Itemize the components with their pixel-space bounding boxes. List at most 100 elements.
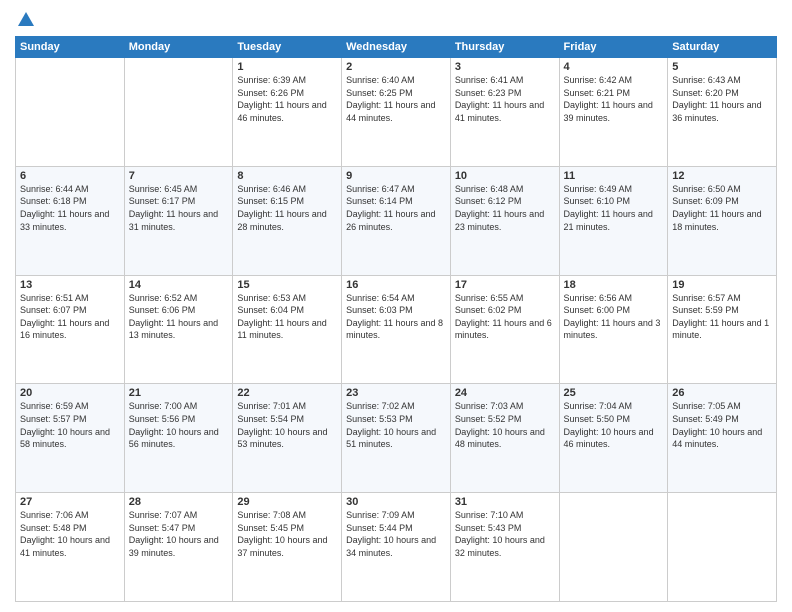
calendar-cell: 25Sunrise: 7:04 AMSunset: 5:50 PMDayligh… bbox=[559, 384, 668, 493]
calendar-cell: 18Sunrise: 6:56 AMSunset: 6:00 PMDayligh… bbox=[559, 275, 668, 384]
calendar-cell: 24Sunrise: 7:03 AMSunset: 5:52 PMDayligh… bbox=[450, 384, 559, 493]
calendar-cell: 1Sunrise: 6:39 AMSunset: 6:26 PMDaylight… bbox=[233, 58, 342, 167]
day-info: Sunrise: 7:00 AMSunset: 5:56 PMDaylight:… bbox=[129, 400, 229, 450]
day-number: 6 bbox=[20, 170, 120, 182]
day-info: Sunrise: 7:07 AMSunset: 5:47 PMDaylight:… bbox=[129, 509, 229, 559]
calendar-week-2: 6Sunrise: 6:44 AMSunset: 6:18 PMDaylight… bbox=[16, 166, 777, 275]
calendar-cell: 14Sunrise: 6:52 AMSunset: 6:06 PMDayligh… bbox=[124, 275, 233, 384]
day-info: Sunrise: 7:05 AMSunset: 5:49 PMDaylight:… bbox=[672, 400, 772, 450]
col-header-friday: Friday bbox=[559, 37, 668, 58]
day-number: 1 bbox=[237, 61, 337, 73]
calendar-cell bbox=[16, 58, 125, 167]
calendar-cell: 19Sunrise: 6:57 AMSunset: 5:59 PMDayligh… bbox=[668, 275, 777, 384]
calendar-cell: 4Sunrise: 6:42 AMSunset: 6:21 PMDaylight… bbox=[559, 58, 668, 167]
day-number: 24 bbox=[455, 387, 555, 399]
col-header-wednesday: Wednesday bbox=[342, 37, 451, 58]
day-info: Sunrise: 6:54 AMSunset: 6:03 PMDaylight:… bbox=[346, 292, 446, 342]
calendar-cell: 13Sunrise: 6:51 AMSunset: 6:07 PMDayligh… bbox=[16, 275, 125, 384]
calendar-cell: 30Sunrise: 7:09 AMSunset: 5:44 PMDayligh… bbox=[342, 493, 451, 602]
day-number: 18 bbox=[564, 279, 664, 291]
calendar-cell: 8Sunrise: 6:46 AMSunset: 6:15 PMDaylight… bbox=[233, 166, 342, 275]
day-number: 26 bbox=[672, 387, 772, 399]
calendar-table: SundayMondayTuesdayWednesdayThursdayFrid… bbox=[15, 36, 777, 602]
day-info: Sunrise: 6:40 AMSunset: 6:25 PMDaylight:… bbox=[346, 74, 446, 124]
day-info: Sunrise: 6:39 AMSunset: 6:26 PMDaylight:… bbox=[237, 74, 337, 124]
day-number: 7 bbox=[129, 170, 229, 182]
day-info: Sunrise: 6:44 AMSunset: 6:18 PMDaylight:… bbox=[20, 183, 120, 233]
calendar-week-5: 27Sunrise: 7:06 AMSunset: 5:48 PMDayligh… bbox=[16, 493, 777, 602]
day-info: Sunrise: 6:41 AMSunset: 6:23 PMDaylight:… bbox=[455, 74, 555, 124]
col-header-saturday: Saturday bbox=[668, 37, 777, 58]
calendar-cell: 29Sunrise: 7:08 AMSunset: 5:45 PMDayligh… bbox=[233, 493, 342, 602]
day-number: 10 bbox=[455, 170, 555, 182]
day-info: Sunrise: 7:04 AMSunset: 5:50 PMDaylight:… bbox=[564, 400, 664, 450]
day-number: 2 bbox=[346, 61, 446, 73]
day-number: 28 bbox=[129, 496, 229, 508]
day-number: 22 bbox=[237, 387, 337, 399]
calendar-cell: 15Sunrise: 6:53 AMSunset: 6:04 PMDayligh… bbox=[233, 275, 342, 384]
calendar-cell bbox=[124, 58, 233, 167]
calendar-cell: 22Sunrise: 7:01 AMSunset: 5:54 PMDayligh… bbox=[233, 384, 342, 493]
calendar-cell: 28Sunrise: 7:07 AMSunset: 5:47 PMDayligh… bbox=[124, 493, 233, 602]
day-number: 19 bbox=[672, 279, 772, 291]
calendar-cell: 10Sunrise: 6:48 AMSunset: 6:12 PMDayligh… bbox=[450, 166, 559, 275]
day-info: Sunrise: 6:55 AMSunset: 6:02 PMDaylight:… bbox=[455, 292, 555, 342]
calendar-cell: 27Sunrise: 7:06 AMSunset: 5:48 PMDayligh… bbox=[16, 493, 125, 602]
day-info: Sunrise: 7:01 AMSunset: 5:54 PMDaylight:… bbox=[237, 400, 337, 450]
day-info: Sunrise: 6:43 AMSunset: 6:20 PMDaylight:… bbox=[672, 74, 772, 124]
day-number: 23 bbox=[346, 387, 446, 399]
calendar-cell: 20Sunrise: 6:59 AMSunset: 5:57 PMDayligh… bbox=[16, 384, 125, 493]
calendar-cell: 12Sunrise: 6:50 AMSunset: 6:09 PMDayligh… bbox=[668, 166, 777, 275]
day-info: Sunrise: 7:03 AMSunset: 5:52 PMDaylight:… bbox=[455, 400, 555, 450]
calendar-week-4: 20Sunrise: 6:59 AMSunset: 5:57 PMDayligh… bbox=[16, 384, 777, 493]
day-info: Sunrise: 6:48 AMSunset: 6:12 PMDaylight:… bbox=[455, 183, 555, 233]
day-info: Sunrise: 6:51 AMSunset: 6:07 PMDaylight:… bbox=[20, 292, 120, 342]
day-number: 25 bbox=[564, 387, 664, 399]
day-number: 5 bbox=[672, 61, 772, 73]
calendar-cell: 3Sunrise: 6:41 AMSunset: 6:23 PMDaylight… bbox=[450, 58, 559, 167]
page: SundayMondayTuesdayWednesdayThursdayFrid… bbox=[0, 0, 792, 612]
day-info: Sunrise: 6:45 AMSunset: 6:17 PMDaylight:… bbox=[129, 183, 229, 233]
day-number: 3 bbox=[455, 61, 555, 73]
day-number: 30 bbox=[346, 496, 446, 508]
day-number: 15 bbox=[237, 279, 337, 291]
day-number: 31 bbox=[455, 496, 555, 508]
calendar-cell: 31Sunrise: 7:10 AMSunset: 5:43 PMDayligh… bbox=[450, 493, 559, 602]
day-number: 29 bbox=[237, 496, 337, 508]
day-info: Sunrise: 6:57 AMSunset: 5:59 PMDaylight:… bbox=[672, 292, 772, 342]
calendar-cell: 21Sunrise: 7:00 AMSunset: 5:56 PMDayligh… bbox=[124, 384, 233, 493]
day-number: 12 bbox=[672, 170, 772, 182]
day-info: Sunrise: 6:42 AMSunset: 6:21 PMDaylight:… bbox=[564, 74, 664, 124]
day-info: Sunrise: 6:49 AMSunset: 6:10 PMDaylight:… bbox=[564, 183, 664, 233]
calendar-cell: 6Sunrise: 6:44 AMSunset: 6:18 PMDaylight… bbox=[16, 166, 125, 275]
day-number: 27 bbox=[20, 496, 120, 508]
day-number: 11 bbox=[564, 170, 664, 182]
calendar-cell: 2Sunrise: 6:40 AMSunset: 6:25 PMDaylight… bbox=[342, 58, 451, 167]
calendar-cell bbox=[668, 493, 777, 602]
logo-icon bbox=[16, 10, 36, 30]
calendar-cell: 7Sunrise: 6:45 AMSunset: 6:17 PMDaylight… bbox=[124, 166, 233, 275]
day-info: Sunrise: 6:50 AMSunset: 6:09 PMDaylight:… bbox=[672, 183, 772, 233]
day-info: Sunrise: 6:47 AMSunset: 6:14 PMDaylight:… bbox=[346, 183, 446, 233]
calendar-cell: 23Sunrise: 7:02 AMSunset: 5:53 PMDayligh… bbox=[342, 384, 451, 493]
day-number: 9 bbox=[346, 170, 446, 182]
day-info: Sunrise: 7:10 AMSunset: 5:43 PMDaylight:… bbox=[455, 509, 555, 559]
day-info: Sunrise: 6:56 AMSunset: 6:00 PMDaylight:… bbox=[564, 292, 664, 342]
day-info: Sunrise: 6:59 AMSunset: 5:57 PMDaylight:… bbox=[20, 400, 120, 450]
day-number: 21 bbox=[129, 387, 229, 399]
day-info: Sunrise: 7:06 AMSunset: 5:48 PMDaylight:… bbox=[20, 509, 120, 559]
day-number: 4 bbox=[564, 61, 664, 73]
day-number: 14 bbox=[129, 279, 229, 291]
day-info: Sunrise: 6:53 AMSunset: 6:04 PMDaylight:… bbox=[237, 292, 337, 342]
day-number: 17 bbox=[455, 279, 555, 291]
day-info: Sunrise: 7:02 AMSunset: 5:53 PMDaylight:… bbox=[346, 400, 446, 450]
header bbox=[15, 10, 777, 30]
col-header-monday: Monday bbox=[124, 37, 233, 58]
day-number: 20 bbox=[20, 387, 120, 399]
day-number: 8 bbox=[237, 170, 337, 182]
col-header-tuesday: Tuesday bbox=[233, 37, 342, 58]
calendar-week-3: 13Sunrise: 6:51 AMSunset: 6:07 PMDayligh… bbox=[16, 275, 777, 384]
calendar-cell: 9Sunrise: 6:47 AMSunset: 6:14 PMDaylight… bbox=[342, 166, 451, 275]
calendar-cell: 17Sunrise: 6:55 AMSunset: 6:02 PMDayligh… bbox=[450, 275, 559, 384]
calendar-cell bbox=[559, 493, 668, 602]
